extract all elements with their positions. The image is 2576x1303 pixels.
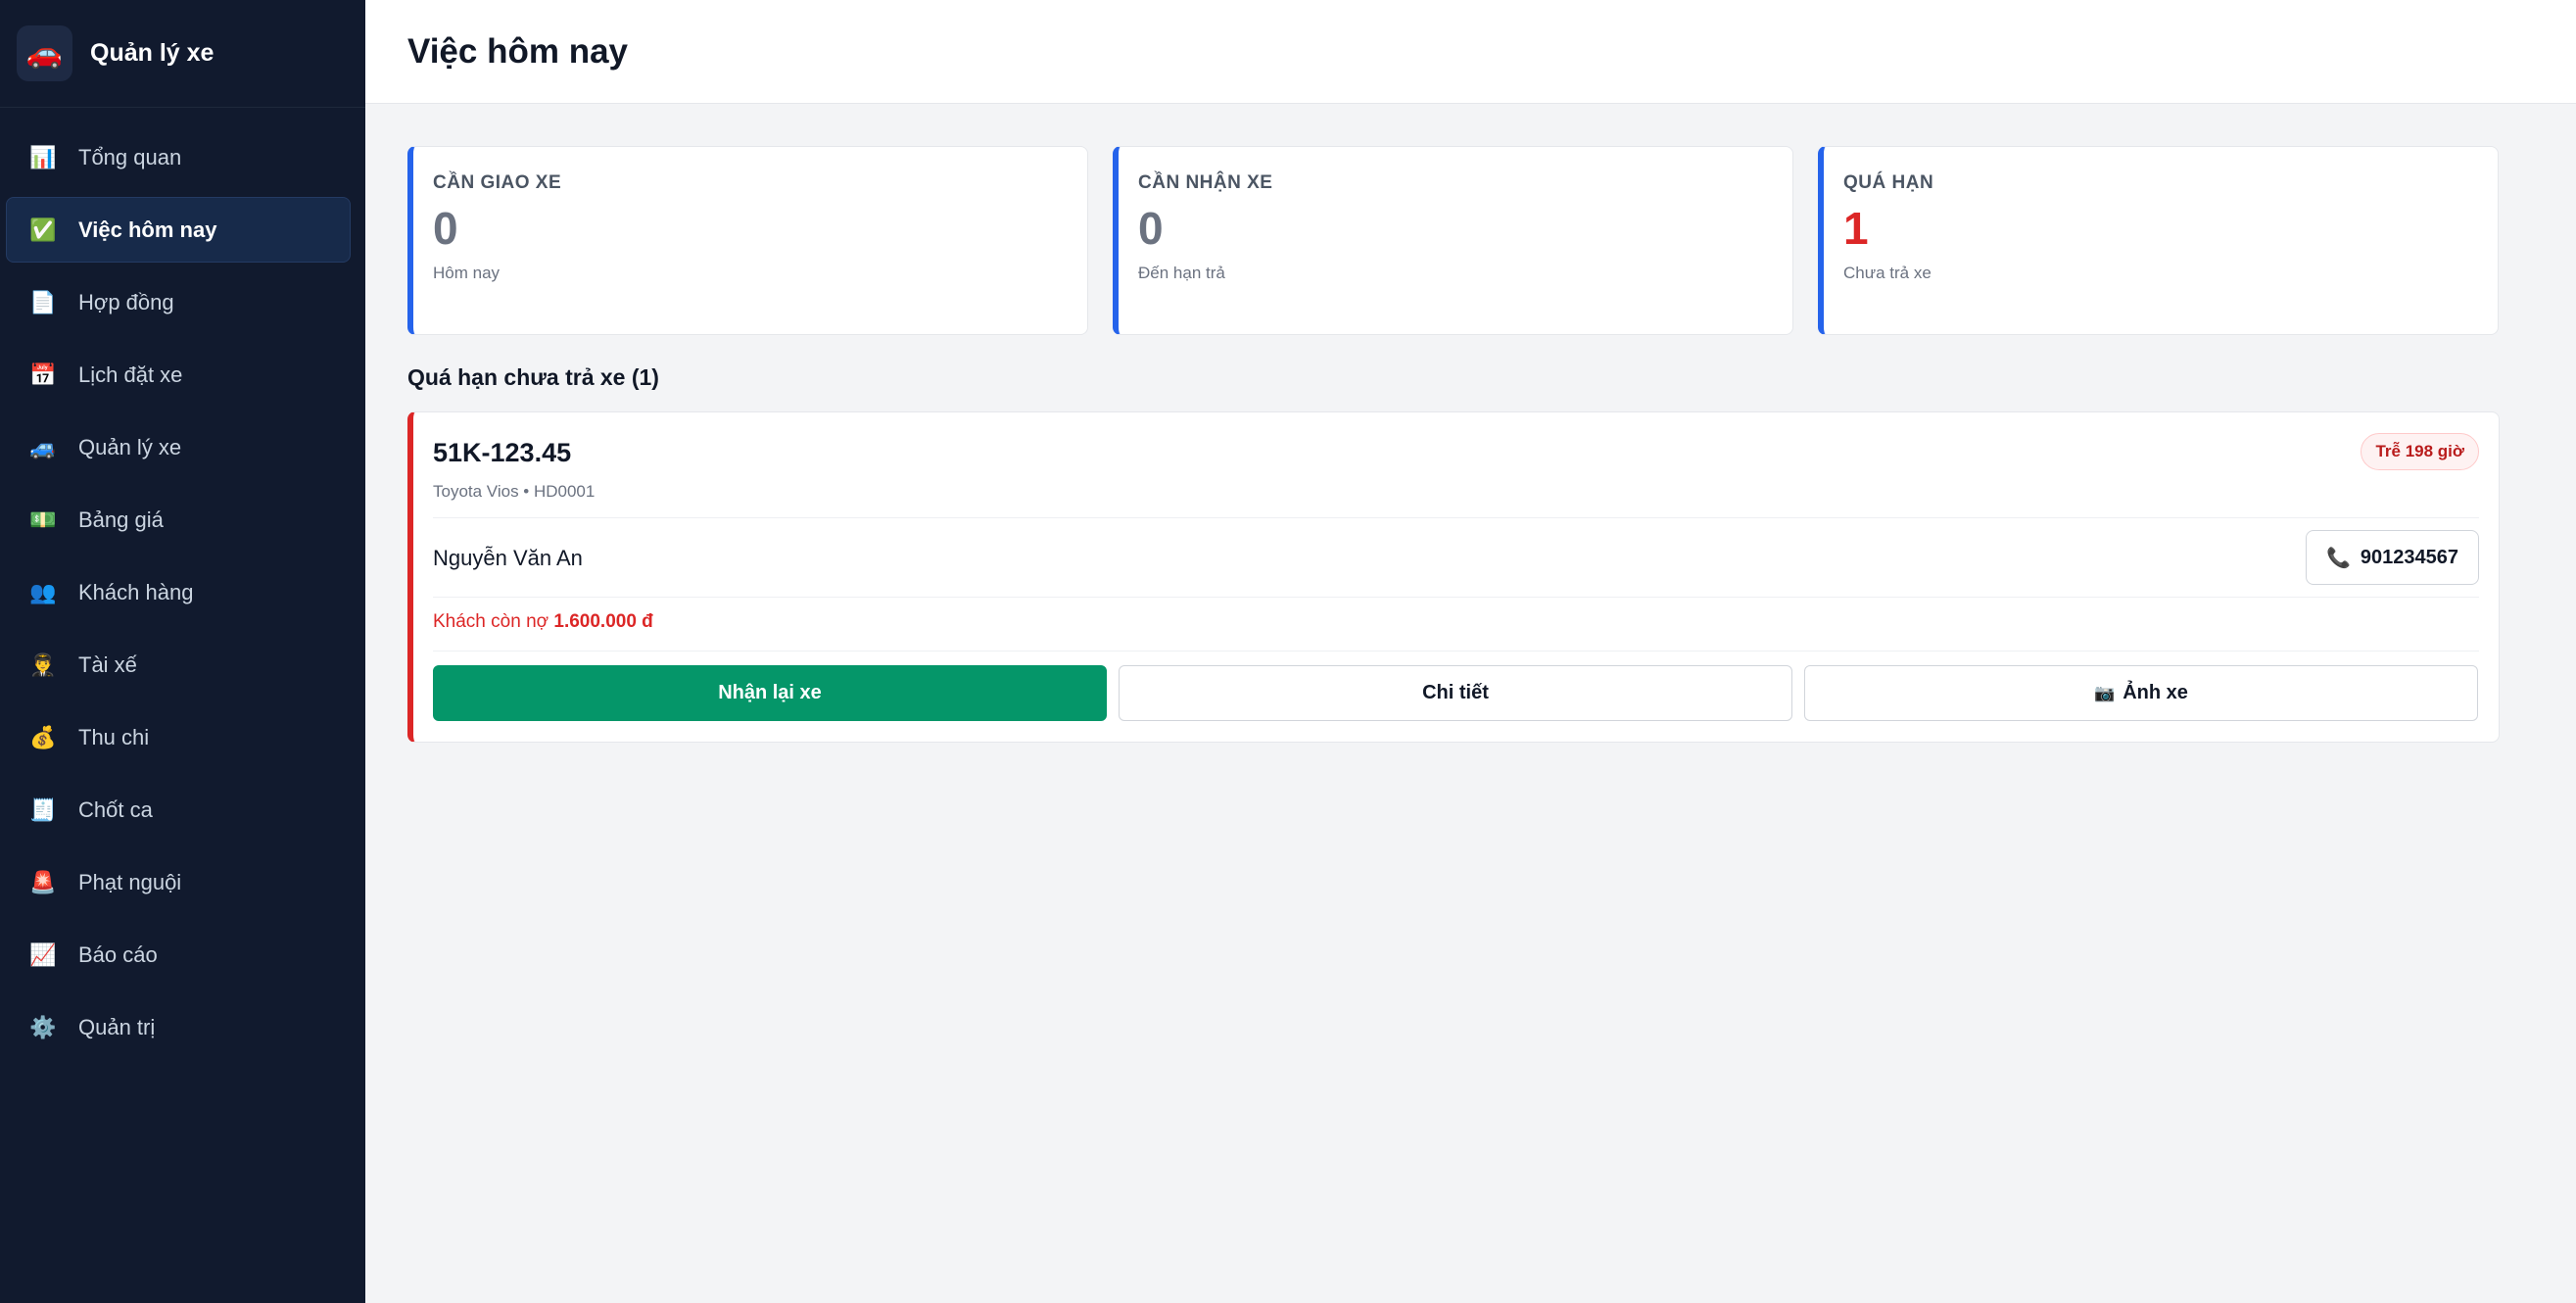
sidebar-item[interactable]: ✅ Việc hôm nay — [6, 197, 351, 263]
gear-icon: ⚙️ — [29, 1014, 57, 1039]
card-actions: Nhận lại xe Chi tiết 📷 Ảnh xe — [433, 665, 2478, 721]
overdue-section-title: Quá hạn chưa trả xe (1) — [407, 364, 659, 390]
users-icon: 👥 — [29, 579, 57, 604]
sidebar-item[interactable]: 📅 Lịch đặt xe — [6, 342, 351, 408]
sidebar-item[interactable]: 📊 Tổng quan — [6, 124, 351, 190]
sidebar-nav: 📊 Tổng quan ✅ Việc hôm nay 📄 Hợp đồng 📅 Lịch đặ… — [0, 108, 365, 1060]
debt-label: Khách còn nợ — [433, 611, 549, 632]
sidebar-item-label: Phạt nguội — [78, 869, 182, 894]
phone-icon: 📞 — [2325, 547, 2351, 569]
sidebar-item-label: Lịch đặt xe — [78, 362, 183, 387]
car-photos-button[interactable]: 📷 Ảnh xe — [1804, 665, 2478, 721]
money-icon: 💵 — [29, 507, 57, 532]
receipt-icon: 🧾 — [29, 796, 57, 822]
sidebar-item[interactable]: 👨‍✈️ Tài xế — [6, 632, 351, 698]
receive-car-button[interactable]: Nhận lại xe — [433, 665, 1107, 721]
sidebar-item-label: Việc hôm nay — [78, 217, 217, 242]
topbar: Việc hôm nay — [365, 0, 2576, 104]
sidebar-item-label: Bảng giá — [78, 507, 164, 532]
sidebar: 🚗 Quản lý xe 📊 Tổng quan ✅ Việc hôm nay 📄 Hợp… — [0, 0, 365, 1303]
call-button[interactable]: 📞 901234567 — [2305, 530, 2479, 585]
detail-button[interactable]: Chi tiết — [1119, 665, 1792, 721]
sidebar-item[interactable]: 🚨 Phạt nguội — [6, 849, 351, 915]
camera-icon: 📷 — [2094, 683, 2116, 702]
siren-icon: 🚨 — [29, 869, 57, 894]
stat-value: 1 — [1843, 203, 1869, 254]
stat-card-overdue[interactable]: Quá hạn 1 Chưa trả xe — [1818, 146, 2499, 335]
sidebar-item-label: Báo cáo — [78, 941, 158, 967]
chart-icon: 📊 — [29, 144, 57, 169]
stat-value: 0 — [433, 203, 458, 254]
money-bag-icon: 💰 — [29, 724, 57, 749]
calendar-icon: 📅 — [29, 362, 57, 387]
sidebar-item[interactable]: 💵 Bảng giá — [6, 487, 351, 553]
sidebar-item-label: Hợp đồng — [78, 289, 174, 314]
sidebar-item[interactable]: 💰 Thu chi — [6, 704, 351, 770]
stat-value: 0 — [1138, 203, 1164, 254]
trend-icon: 📈 — [29, 941, 57, 967]
sidebar-item-label: Khách hàng — [78, 579, 194, 604]
customer-name: Nguyễn Văn An — [433, 546, 583, 570]
sidebar-item[interactable]: 🧾 Chốt ca — [6, 777, 351, 843]
sidebar-item-label: Thu chi — [78, 724, 150, 749]
sidebar-item[interactable]: 🚙 Quản lý xe — [6, 414, 351, 480]
sidebar-item-label: Chốt ca — [78, 796, 153, 822]
stat-sub: Hôm nay — [433, 263, 501, 282]
debt-info: Khách còn nợ 1.600.000 đ — [433, 611, 653, 633]
page-title: Việc hôm nay — [407, 31, 629, 71]
driver-icon: 👨‍✈️ — [29, 652, 57, 677]
main-content: Việc hôm nay Cần giao xe 0 Hôm nay Cần n… — [365, 0, 2576, 1303]
stat-label: Quá hạn — [1843, 172, 1934, 193]
overdue-card: 51K-123.45 Toyota Vios • HD0001 Trễ 198 … — [407, 411, 2500, 743]
divider — [433, 517, 2479, 518]
stat-label: Cần nhận xe — [1138, 172, 1273, 193]
brand-title: Quản lý xe — [90, 39, 215, 67]
check-icon: ✅ — [29, 217, 57, 242]
divider — [433, 597, 2479, 598]
car-meta: Toyota Vios • HD0001 — [433, 482, 596, 501]
stat-sub: Đến hạn trả — [1138, 263, 1225, 282]
sidebar-item[interactable]: 👥 Khách hàng — [6, 559, 351, 625]
license-plate: 51K-123.45 — [433, 438, 572, 467]
divider — [433, 651, 2479, 652]
sidebar-item-label: Tổng quan — [78, 144, 182, 169]
stat-label: Cần giao xe — [433, 172, 562, 193]
document-icon: 📄 — [29, 289, 57, 314]
stat-card-delivery[interactable]: Cần giao xe 0 Hôm nay — [407, 146, 1088, 335]
sidebar-item-label: Quản trị — [78, 1014, 156, 1039]
debt-amount: 1.600.000 đ — [553, 611, 653, 632]
sidebar-item[interactable]: 📄 Hợp đồng — [6, 269, 351, 335]
stat-sub: Chưa trả xe — [1843, 263, 1932, 282]
sidebar-item[interactable]: 📈 Báo cáo — [6, 922, 351, 988]
stats-row: Cần giao xe 0 Hôm nay Cần nhận xe 0 Đến … — [407, 146, 2499, 335]
sidebar-item[interactable]: ⚙️ Quản trị — [6, 994, 351, 1060]
sidebar-item-label: Quản lý xe — [78, 434, 182, 459]
car-photos-label: Ảnh xe — [2123, 682, 2188, 703]
sidebar-item-label: Tài xế — [78, 652, 137, 677]
phone-number: 901234567 — [2360, 546, 2458, 568]
brand[interactable]: 🚗 Quản lý xe — [0, 0, 365, 108]
late-badge: Trễ 198 giờ — [2361, 433, 2479, 470]
car-icon: 🚙 — [29, 434, 57, 459]
stat-card-return[interactable]: Cần nhận xe 0 Đến hạn trả — [1113, 146, 1793, 335]
car-icon: 🚗 — [17, 25, 72, 81]
vehicle-info: 51K-123.45 Toyota Vios • HD0001 — [433, 438, 595, 502]
